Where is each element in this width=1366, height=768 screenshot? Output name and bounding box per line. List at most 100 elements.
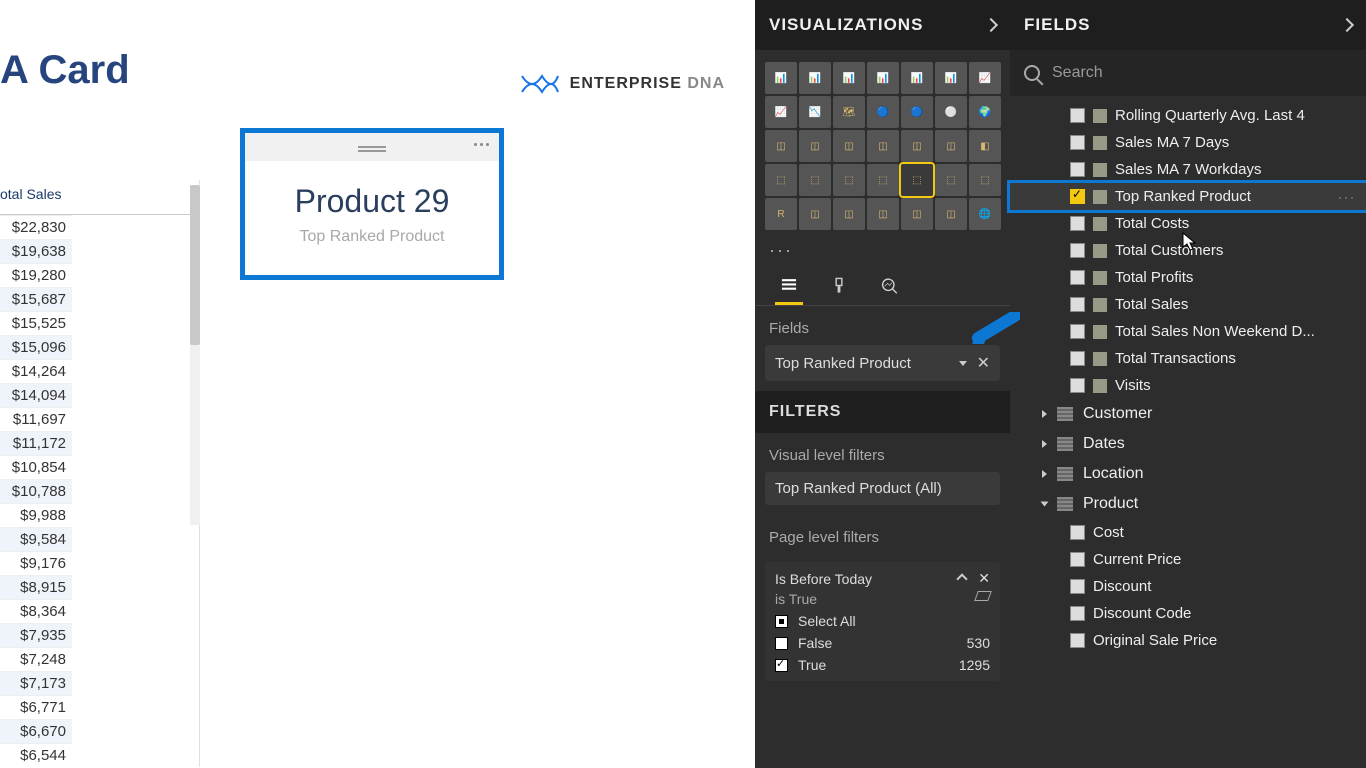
table-group[interactable]: Location <box>1010 459 1366 489</box>
table-row[interactable]: $8,915 <box>0 575 72 599</box>
fields-tab-icon[interactable] <box>775 277 803 305</box>
select-all-checkbox[interactable] <box>775 615 788 628</box>
viz-tile[interactable]: ⬚ <box>799 164 831 196</box>
field-checkbox[interactable] <box>1070 297 1085 312</box>
field-item[interactable]: Top Ranked Product··· <box>1010 183 1366 210</box>
viz-tile[interactable]: ◫ <box>833 130 865 162</box>
format-tab-icon[interactable] <box>825 277 853 305</box>
expand-icon[interactable] <box>1041 502 1049 507</box>
field-item[interactable]: Current Price <box>1010 546 1366 573</box>
viz-tile[interactable]: 🌍 <box>969 96 1001 128</box>
scrollbar[interactable] <box>190 185 200 525</box>
field-checkbox[interactable] <box>1070 216 1085 231</box>
expand-icon[interactable] <box>1042 470 1047 478</box>
viz-tile[interactable]: ◫ <box>867 198 899 230</box>
field-checkbox[interactable] <box>1070 243 1085 258</box>
table-row[interactable]: $7,248 <box>0 647 72 671</box>
false-checkbox[interactable] <box>775 637 788 650</box>
viz-tile[interactable]: 📈 <box>765 96 797 128</box>
table-row[interactable]: $22,830 <box>0 215 72 239</box>
viz-tile[interactable]: ◫ <box>935 198 967 230</box>
column-header[interactable]: otal Sales <box>0 180 199 215</box>
table-row[interactable]: $14,264 <box>0 359 72 383</box>
table-row[interactable]: $11,172 <box>0 431 72 455</box>
viz-tile[interactable]: 📊 <box>935 62 967 94</box>
viz-tile[interactable]: 📉 <box>799 96 831 128</box>
viz-tile[interactable]: ◫ <box>833 198 865 230</box>
viz-tile[interactable]: ◫ <box>935 130 967 162</box>
visual-filter[interactable]: Top Ranked Product (All) <box>765 472 1000 505</box>
viz-tile[interactable]: 📊 <box>901 62 933 94</box>
table-row[interactable]: $14,094 <box>0 383 72 407</box>
viz-tile[interactable]: ⬚ <box>867 164 899 196</box>
viz-tile[interactable]: 🔵 <box>867 96 899 128</box>
field-item[interactable]: Original Sale Price <box>1010 627 1366 654</box>
field-checkbox[interactable] <box>1070 378 1085 393</box>
remove-filter-icon[interactable]: ✕ <box>978 570 990 587</box>
true-checkbox[interactable] <box>775 659 788 672</box>
field-checkbox[interactable] <box>1070 189 1085 204</box>
page-filter[interactable]: Is Before Today ✕ is True Select All Fal… <box>765 562 1000 681</box>
field-checkbox[interactable] <box>1070 579 1085 594</box>
field-item[interactable]: Visits <box>1010 372 1366 399</box>
field-checkbox[interactable] <box>1070 108 1085 123</box>
scrollbar-thumb[interactable] <box>190 185 200 345</box>
viz-tile[interactable]: ◫ <box>867 130 899 162</box>
more-visuals-icon[interactable]: ··· <box>755 236 1010 265</box>
table-row[interactable]: $15,687 <box>0 287 72 311</box>
table-row[interactable]: $15,525 <box>0 311 72 335</box>
viz-tile[interactable]: 🌐 <box>969 198 1001 230</box>
field-checkbox[interactable] <box>1070 552 1085 567</box>
field-item[interactable]: Total Sales <box>1010 291 1366 318</box>
chevron-right-icon[interactable] <box>984 18 998 32</box>
viz-tile[interactable]: ◫ <box>799 198 831 230</box>
more-icon[interactable]: ··· <box>1338 190 1356 204</box>
table-row[interactable]: $11,697 <box>0 407 72 431</box>
expand-icon[interactable] <box>1042 410 1047 418</box>
field-checkbox[interactable] <box>1070 606 1085 621</box>
table-row[interactable]: $15,096 <box>0 335 72 359</box>
table-row[interactable]: $9,176 <box>0 551 72 575</box>
chevron-up-icon[interactable] <box>957 573 968 584</box>
card-visual[interactable]: Product 29 Top Ranked Product <box>240 128 504 280</box>
field-item[interactable]: Sales MA 7 Workdays <box>1010 156 1366 183</box>
analytics-tab-icon[interactable] <box>875 277 903 305</box>
field-checkbox[interactable] <box>1070 351 1085 366</box>
field-checkbox[interactable] <box>1070 270 1085 285</box>
table-row[interactable]: $10,854 <box>0 455 72 479</box>
fields-search[interactable]: Search <box>1010 50 1366 96</box>
viz-tile[interactable]: ⬚ <box>833 164 865 196</box>
table-row[interactable]: $9,988 <box>0 503 72 527</box>
field-item[interactable]: Total Transactions <box>1010 345 1366 372</box>
viz-tile[interactable]: ◧ <box>969 130 1001 162</box>
dropdown-icon[interactable] <box>959 361 967 366</box>
field-item[interactable]: Sales MA 7 Days <box>1010 129 1366 156</box>
eraser-icon[interactable] <box>974 591 992 601</box>
field-checkbox[interactable] <box>1070 135 1085 150</box>
field-checkbox[interactable] <box>1070 633 1085 648</box>
viz-header[interactable]: VISUALIZATIONS <box>755 0 1010 50</box>
field-item[interactable]: Discount Code <box>1010 600 1366 627</box>
viz-tile[interactable]: 📈 <box>969 62 1001 94</box>
field-item[interactable]: Total Sales Non Weekend D... <box>1010 318 1366 345</box>
viz-tile[interactable]: ⬚ <box>765 164 797 196</box>
field-item[interactable]: Rolling Quarterly Avg. Last 4 <box>1010 102 1366 129</box>
remove-field-icon[interactable]: ✕ <box>977 353 990 373</box>
table-group[interactable]: Customer <box>1010 399 1366 429</box>
chevron-right-icon[interactable] <box>1340 18 1354 32</box>
viz-tile[interactable]: 🔵 <box>901 96 933 128</box>
table-row[interactable]: $19,280 <box>0 263 72 287</box>
viz-tile[interactable]: 📊 <box>833 62 865 94</box>
field-item[interactable]: Discount <box>1010 573 1366 600</box>
field-item[interactable]: Total Profits <box>1010 264 1366 291</box>
viz-tile[interactable]: 📊 <box>799 62 831 94</box>
table-row[interactable]: $6,771 <box>0 695 72 719</box>
viz-tile[interactable]: 📊 <box>765 62 797 94</box>
card-header[interactable] <box>245 133 499 161</box>
viz-tile[interactable]: 🗺 <box>833 96 865 128</box>
table-row[interactable]: $7,935 <box>0 623 72 647</box>
viz-tile[interactable]: ⬚ <box>901 164 933 196</box>
table-row[interactable]: $7,173 <box>0 671 72 695</box>
viz-tile[interactable]: R <box>765 198 797 230</box>
table-group[interactable]: Product <box>1010 489 1366 519</box>
